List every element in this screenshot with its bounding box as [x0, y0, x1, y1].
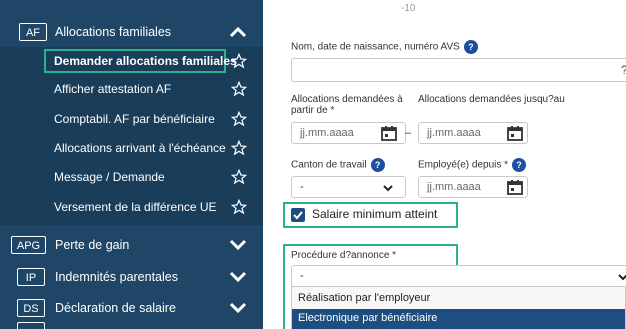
- section-badge-af: AF: [19, 22, 47, 41]
- sub-item-label: Demander allocations familiales: [54, 54, 237, 68]
- chevron-down-icon: [618, 274, 626, 281]
- section-badge-ip: IP: [17, 267, 45, 286]
- star-icon[interactable]: [231, 140, 247, 156]
- checkbox-label: Salaire minimum atteint: [312, 207, 438, 221]
- star-icon[interactable]: [231, 81, 247, 97]
- sidebar-item-comptabil[interactable]: Comptabil. AF par bénéficiaire: [0, 107, 263, 133]
- sidebar-item-allocations-echeance[interactable]: Allocations arrivant à l'échéance: [0, 136, 263, 162]
- chevron-down-icon[interactable]: [229, 238, 247, 252]
- section-label: Allocations familiales: [55, 24, 172, 39]
- help-icon[interactable]: ?: [512, 158, 527, 172]
- section-indemnites-parentales[interactable]: IP Indemnités parentales: [0, 261, 263, 292]
- chevron-down-icon[interactable]: [229, 301, 247, 315]
- name-label: Nom, date de naissance, numéro AVS?: [291, 40, 478, 54]
- section-label: Déclaration de salaire: [55, 300, 176, 315]
- section-badge-partial: [17, 322, 45, 329]
- option-employeur[interactable]: Réalisation par l'employeur: [292, 289, 625, 309]
- alloc-until-label: Allocations demandées jusqu?au: [418, 94, 565, 105]
- chevron-down-icon: [383, 185, 393, 192]
- sidebar-item-demander-allocations[interactable]: Demander allocations familiales: [0, 49, 263, 75]
- calendar-icon[interactable]: [381, 125, 397, 141]
- procedure-label: Procédure d?annonce *: [291, 250, 397, 261]
- date-placeholder: jj.mm.aaaa: [300, 127, 354, 139]
- section-badge-ds: DS: [17, 298, 45, 317]
- section-declaration-salaire[interactable]: DS Déclaration de salaire: [0, 292, 263, 323]
- star-icon[interactable]: [231, 53, 247, 69]
- sub-item-label: Versement de la différence UE: [54, 200, 217, 214]
- form-panel: -10 Nom, date de naissance, numéro AVS? …: [263, 0, 626, 329]
- procedure-dropdown-list: Réalisation par l'employeur Electronique…: [291, 286, 626, 329]
- section-label: Indemnités parentales: [55, 269, 178, 284]
- alloc-until-input[interactable]: jj.mm.aaaa: [418, 122, 528, 144]
- sidebar: AF Allocations familiales Demander alloc…: [0, 0, 263, 329]
- name-avs-input[interactable]: ?: [291, 58, 626, 82]
- employed-since-label: Employé(e) depuis *?: [418, 158, 527, 172]
- sub-item-label: Comptabil. AF par bénéficiaire: [54, 112, 215, 126]
- employed-since-input[interactable]: jj.mm.aaaa: [418, 176, 528, 198]
- section-badge-apg: APG: [11, 235, 46, 254]
- option-electronique-beneficiaire[interactable]: Electronique par bénéficiaire: [292, 309, 625, 329]
- star-icon[interactable]: [231, 169, 247, 185]
- calendar-icon[interactable]: [507, 125, 523, 141]
- section-allocations-familiales[interactable]: AF Allocations familiales: [0, 16, 263, 47]
- sub-item-label: Allocations arrivant à l'échéance: [54, 141, 226, 155]
- sidebar-item-versement-difference[interactable]: Versement de la différence UE: [0, 195, 263, 221]
- chevron-up-icon[interactable]: [229, 25, 247, 39]
- help-icon[interactable]: ?: [463, 40, 478, 54]
- alloc-from-input[interactable]: jj.mm.aaaa: [291, 122, 406, 144]
- date-placeholder: jj.mm.aaaa: [427, 181, 481, 193]
- help-question-icon: ?: [621, 63, 626, 77]
- canton-select[interactable]: -: [291, 176, 406, 198]
- chevron-down-icon[interactable]: [229, 270, 247, 284]
- subnav-allocations-familiales: Demander allocations familiales Afficher…: [0, 47, 263, 225]
- procedure-select[interactable]: -: [291, 265, 626, 287]
- sub-item-label: Afficher attestation AF: [54, 82, 172, 96]
- top-fragment: -10: [401, 3, 416, 14]
- section-label: Perte de gain: [55, 237, 130, 252]
- date-placeholder: jj.mm.aaaa: [427, 127, 481, 139]
- star-icon[interactable]: [231, 199, 247, 215]
- section-perte-de-gain[interactable]: APG Perte de gain: [0, 229, 263, 260]
- date-range-dash: –: [405, 127, 412, 139]
- alloc-from-label: Allocations demandées à partir de *: [291, 94, 403, 116]
- sub-item-label: Message / Demande: [54, 170, 165, 184]
- sidebar-item-afficher-attestation[interactable]: Afficher attestation AF: [0, 77, 263, 103]
- checkmark-icon: [293, 211, 303, 220]
- calendar-icon[interactable]: [507, 179, 523, 195]
- sidebar-item-message-demande[interactable]: Message / Demande: [0, 165, 263, 191]
- salaire-minimum-checkbox[interactable]: [291, 208, 305, 222]
- star-icon[interactable]: [231, 111, 247, 127]
- help-icon[interactable]: ?: [370, 158, 385, 172]
- canton-label: Canton de travail?: [291, 158, 385, 172]
